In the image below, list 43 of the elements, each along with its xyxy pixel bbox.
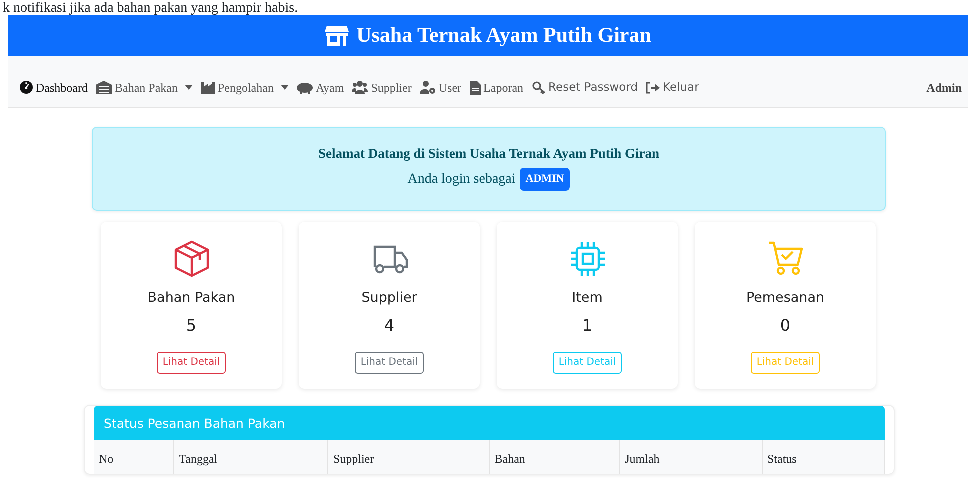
logout-icon — [646, 82, 660, 94]
nav-link[interactable]: Dashboard — [20, 78, 88, 96]
nav-link[interactable]: Bahan Pakan — [96, 78, 193, 96]
column-header: Status — [762, 440, 884, 474]
stat-count: 0 — [780, 315, 791, 338]
user-gear-icon — [420, 81, 436, 94]
stat-count: 1 — [582, 315, 593, 338]
document-icon — [470, 80, 481, 94]
detail-button[interactable]: Lihat Detail — [156, 352, 226, 374]
users-icon — [352, 81, 368, 94]
detail-button[interactable]: Lihat Detail — [354, 352, 424, 374]
column-header: Supplier — [328, 440, 490, 474]
column-header: Tanggal — [174, 440, 328, 474]
store-icon — [324, 26, 349, 46]
nav-link[interactable]: Keluar — [646, 78, 700, 96]
user-name: Admin — [926, 80, 962, 96]
nav-link[interactable]: Supplier — [352, 78, 412, 96]
orders-title: Status Pesanan Bahan Pakan — [94, 406, 885, 440]
warehouse-icon — [96, 81, 112, 94]
key-icon — [532, 81, 546, 94]
nav-link[interactable]: Ayam — [296, 78, 344, 96]
stat-label: Item — [572, 289, 603, 308]
nav-link[interactable]: Pengolahan — [200, 78, 289, 96]
stat-label: Pemesanan — [746, 289, 825, 308]
column-header: No — [94, 440, 174, 474]
factory-icon — [200, 82, 215, 94]
column-header: Jumlah — [620, 440, 762, 474]
welcome-title: Selamat Datang di Sistem Usaha Ternak Ayam Putih Giran — [317, 145, 661, 163]
nav-link[interactable]: Laporan — [470, 78, 524, 96]
stat-label: Supplier — [362, 289, 418, 308]
note-text: k notifikasi jika ada bahan pakan yang hampir habis. — [3, 0, 298, 15]
caret-icon — [184, 85, 193, 90]
app-title: Usaha Ternak Ayam Putih Giran — [356, 22, 652, 49]
role-badge: ADMIN — [520, 168, 570, 191]
stat-count: 5 — [186, 315, 197, 338]
nav-link[interactable]: User — [420, 78, 462, 96]
login-text: Anda login sebagai — [408, 171, 516, 189]
caret-icon — [280, 85, 289, 90]
stat-label: Bahan Pakan — [148, 289, 236, 308]
column-header: Bahan — [489, 440, 620, 474]
dashboard-icon — [20, 81, 33, 94]
stat-count: 4 — [384, 315, 395, 338]
nav-link[interactable]: Reset Password — [532, 78, 638, 96]
